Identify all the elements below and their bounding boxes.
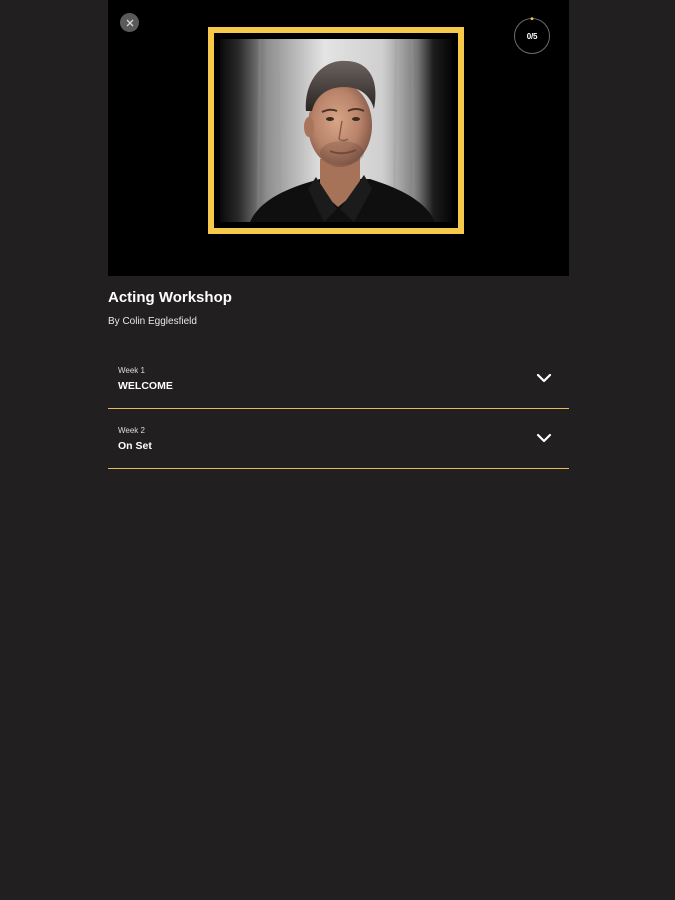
close-button[interactable] bbox=[120, 13, 139, 32]
week-label: Week 1 bbox=[118, 366, 145, 375]
week-item-1[interactable]: Week 1 WELCOME bbox=[108, 349, 569, 409]
week-title: WELCOME bbox=[118, 380, 173, 392]
course-author: By Colin Egglesfield bbox=[108, 316, 197, 327]
chevron-down-icon[interactable] bbox=[535, 372, 553, 386]
course-title: Acting Workshop bbox=[108, 289, 232, 306]
instructor-photo bbox=[220, 39, 452, 222]
course-page: 0/5 Acting Workshop By Colin Egglesfield… bbox=[0, 0, 675, 900]
instructor-photo-frame bbox=[208, 27, 464, 234]
week-title: On Set bbox=[118, 440, 152, 452]
chevron-down-icon[interactable] bbox=[535, 432, 553, 446]
close-icon bbox=[126, 19, 133, 26]
progress-text: 0/5 bbox=[526, 31, 538, 41]
week-label: Week 2 bbox=[118, 426, 145, 435]
week-item-2[interactable]: Week 2 On Set bbox=[108, 409, 569, 469]
progress-indicator: 0/5 bbox=[513, 17, 551, 55]
course-hero: 0/5 bbox=[108, 0, 569, 276]
